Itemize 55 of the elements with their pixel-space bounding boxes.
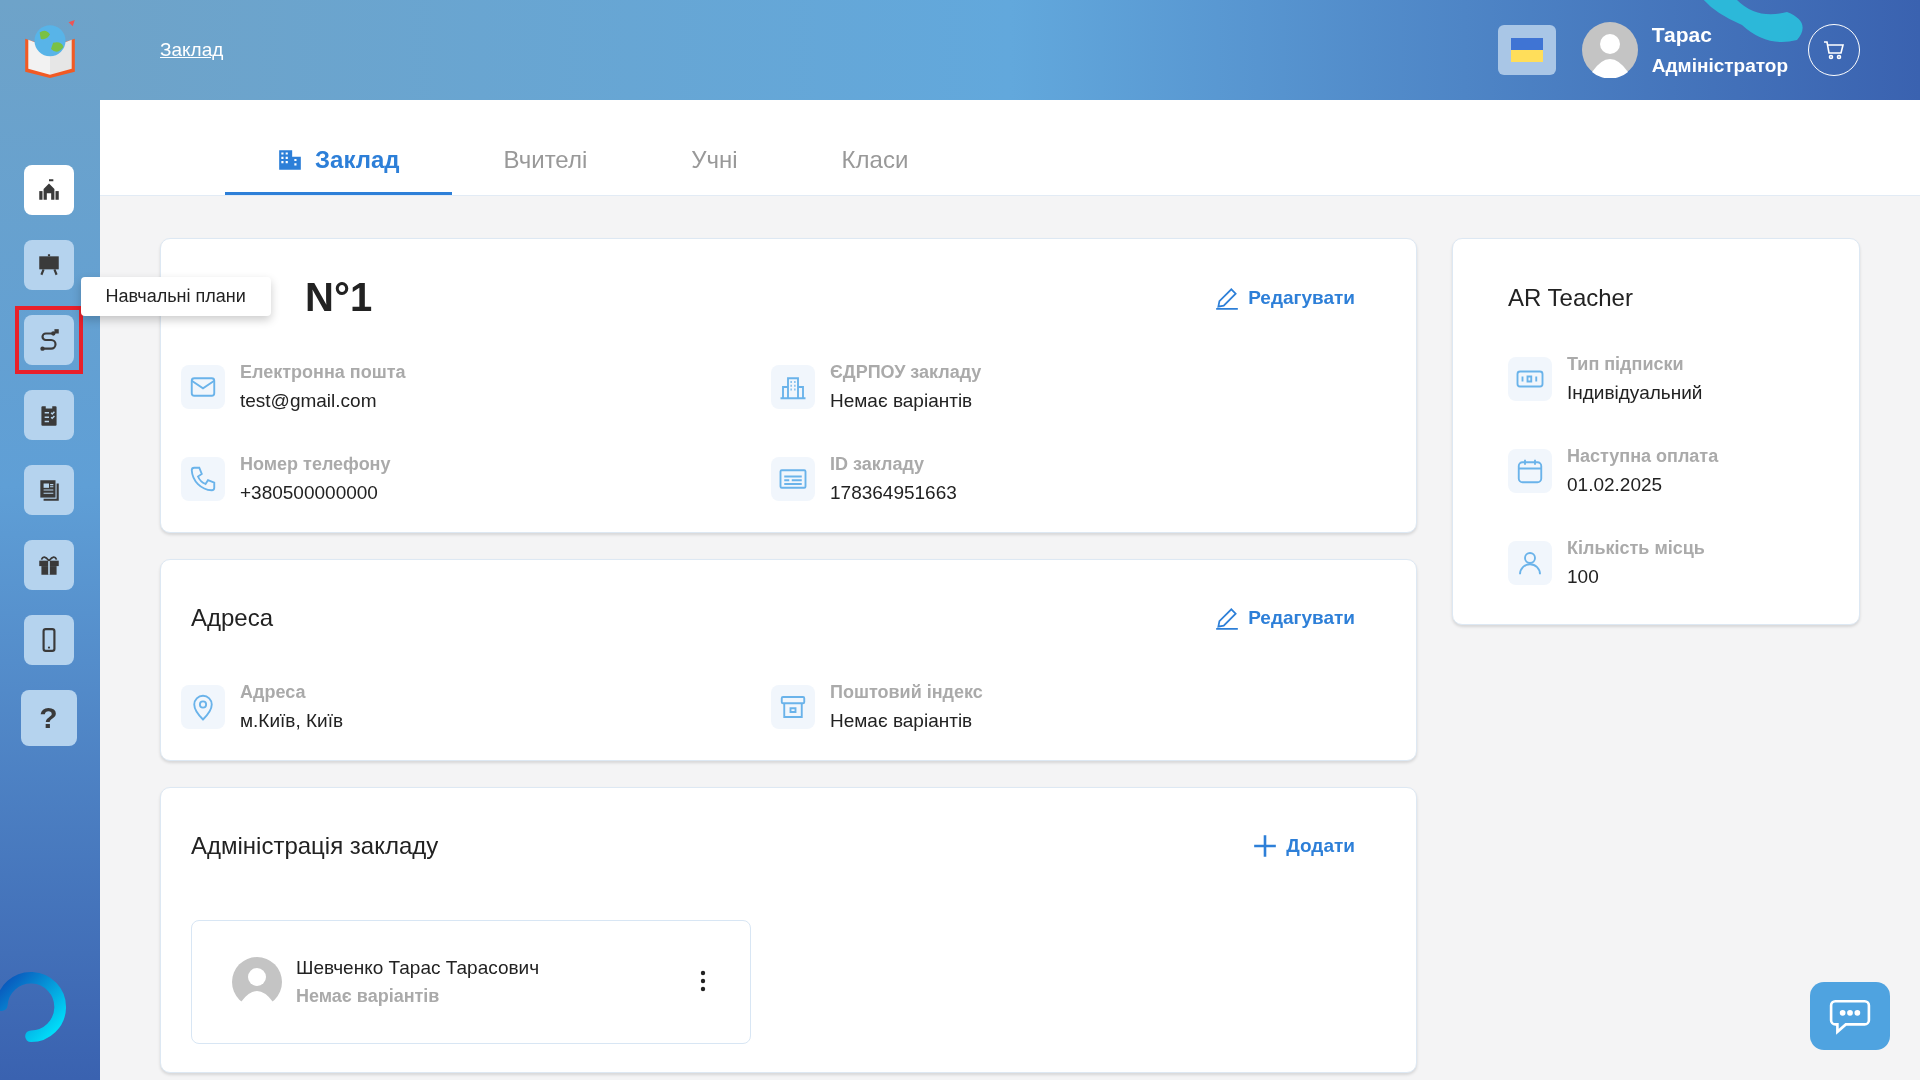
field-value: Індивідуальний	[1567, 382, 1703, 404]
field-label: Тип підписки	[1567, 354, 1685, 375]
card-title: Адміністрація закладу	[191, 832, 439, 860]
member-subtitle: Немає варіантів	[296, 986, 441, 1007]
sidebar-item[interactable]	[23, 165, 74, 215]
language-button[interactable]	[1497, 25, 1556, 75]
field-label: Наступна оплата	[1567, 446, 1719, 467]
member-name: Шевченко Тарас Тарасович	[296, 957, 540, 979]
field-label: Кількість місць	[1567, 538, 1705, 559]
plus-icon	[1252, 833, 1279, 859]
sidebar-item[interactable]	[23, 315, 74, 365]
tab[interactable]: Заклад	[225, 100, 452, 195]
add-button[interactable]: Додати	[1246, 832, 1361, 860]
sidebar-item[interactable]	[23, 540, 74, 590]
edit-button[interactable]: Редагувати	[1208, 604, 1361, 632]
field-value: Немає варіантів	[830, 390, 974, 412]
field-value: 100	[1567, 566, 1600, 588]
field-label: ЄДРПОУ закладу	[830, 362, 982, 383]
chat-icon	[1829, 997, 1871, 1035]
user-role: Адміністратор	[1651, 55, 1788, 77]
building-icon	[277, 147, 303, 173]
edit-button[interactable]: Редагувати	[1208, 283, 1361, 312]
card-title: AR Teacher	[1508, 284, 1634, 312]
sidebar-item[interactable]	[23, 240, 74, 290]
sidebar-item[interactable]	[23, 390, 74, 440]
card-title: Адреса	[191, 604, 274, 632]
more-icon	[700, 968, 706, 993]
chat-button[interactable]	[1810, 982, 1890, 1050]
school-title: N°1	[305, 275, 373, 320]
field-value: 01.02.2025	[1567, 474, 1664, 496]
field-label: Поштовий індекс	[830, 682, 983, 703]
avatar	[232, 957, 282, 1007]
tab[interactable]: Учні	[639, 100, 790, 195]
sidebar-item[interactable]	[23, 615, 74, 665]
user-name: Тарас	[1651, 23, 1713, 47]
field-label: Електронна пошта	[240, 362, 406, 383]
phone-icon	[188, 464, 218, 494]
flag-icon	[1510, 38, 1543, 62]
pencil-icon	[1214, 605, 1241, 631]
tooltip: Навчальні плани	[80, 277, 271, 316]
field-label: Номер телефону	[240, 454, 391, 475]
avatar	[1581, 22, 1638, 78]
field-value: +380500000000	[240, 482, 379, 504]
tab[interactable]: Вчителі	[451, 100, 640, 195]
sidebar-item[interactable]	[23, 465, 74, 515]
tab[interactable]: Класи	[789, 100, 961, 195]
cart-icon	[1822, 38, 1846, 62]
field-label: ID закладу	[830, 454, 926, 475]
field-label: Адреса	[240, 682, 307, 703]
field-value: test@gmail.com	[240, 390, 378, 412]
field-value: Немає варіантів	[830, 710, 974, 732]
breadcrumb-link[interactable]: Заклад	[160, 39, 224, 61]
field-value: 178364951663	[830, 482, 957, 504]
field-value: м.Київ, Київ	[240, 710, 343, 732]
sidebar-item[interactable]: ?	[20, 690, 77, 746]
